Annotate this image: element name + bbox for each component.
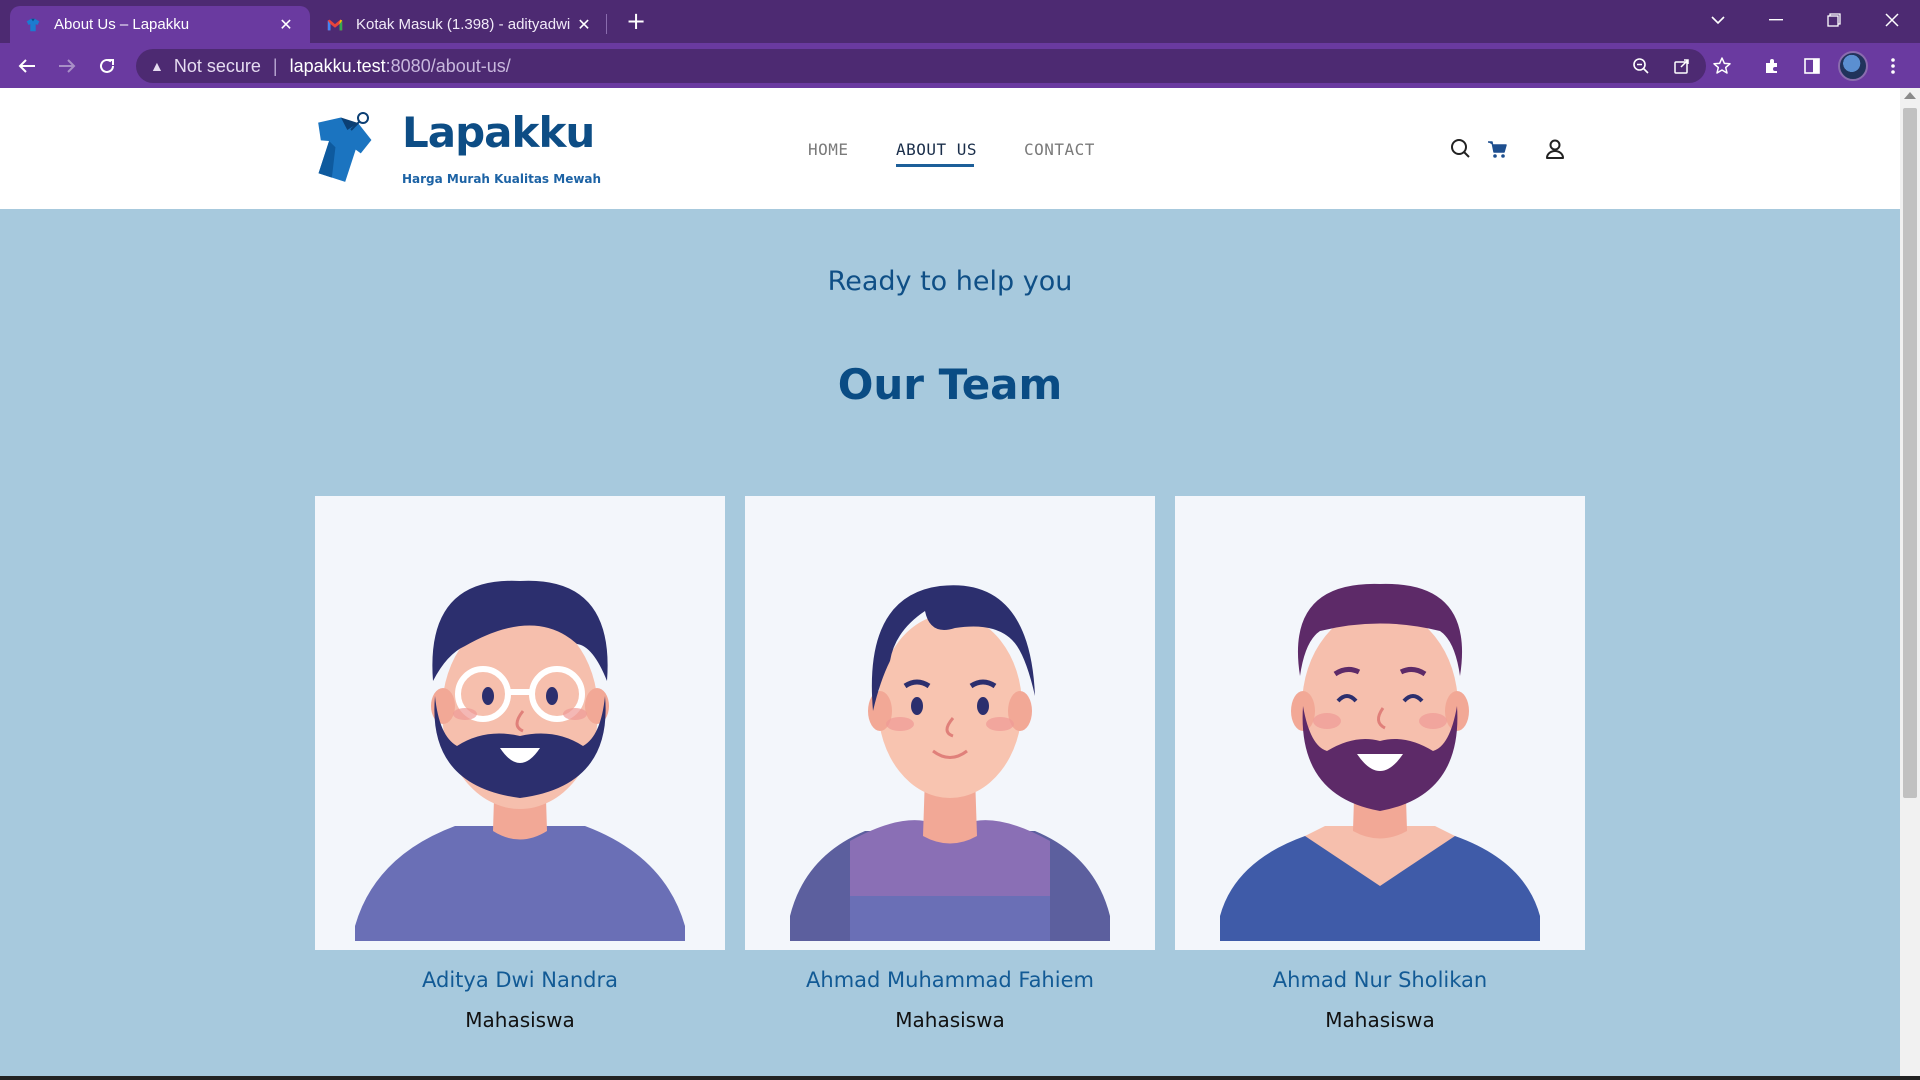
lapakku-shirt-icon xyxy=(26,18,40,31)
minimize-icon xyxy=(1769,19,1783,21)
close-icon xyxy=(1885,13,1899,27)
bearded-glasses-avatar xyxy=(355,580,685,941)
extensions-icon[interactable] xyxy=(1759,53,1785,79)
tab-search-button[interactable] xyxy=(1690,0,1746,40)
team-card-avatar xyxy=(1175,496,1585,950)
tab-title: Kotak Masuk (1.398) - adityadwi xyxy=(356,16,571,33)
address-divider: | xyxy=(272,55,278,76)
brand-tagline: Harga Murah Kualitas Mewah xyxy=(402,172,602,186)
bookmark-star-icon[interactable] xyxy=(1709,53,1735,79)
close-tab-icon[interactable]: ✕ xyxy=(574,15,594,35)
share-icon[interactable] xyxy=(1669,53,1695,79)
url-host: lapakku.test xyxy=(289,55,386,76)
nav-about-us[interactable]: ABOUT US xyxy=(896,140,977,159)
arrow-right-icon xyxy=(59,59,76,73)
forward-button[interactable] xyxy=(52,51,82,81)
warning-icon[interactable]: ▲ xyxy=(150,58,164,74)
bearded-smiling-avatar xyxy=(1220,583,1540,941)
restore-button[interactable] xyxy=(1806,0,1862,40)
browser-toolbar: ▲ Not secure | lapakku.test:8080/about-u… xyxy=(0,43,1920,88)
browser-tab-strip: About Us – Lapakku ✕ Kotak Masuk (1.398)… xyxy=(0,0,1920,43)
back-button[interactable] xyxy=(12,51,42,81)
new-tab-button[interactable]: + xyxy=(622,7,650,35)
tab-gmail[interactable]: Kotak Masuk (1.398) - adityadwi ✕ xyxy=(312,6,608,43)
member-name: Ahmad Muhammad Fahiem xyxy=(806,968,1094,992)
close-tab-icon[interactable]: ✕ xyxy=(276,15,296,35)
brand-name[interactable]: Lapakku xyxy=(402,108,595,157)
reload-button[interactable] xyxy=(92,51,122,81)
side-panel-icon[interactable] xyxy=(1799,53,1825,79)
nav-contact[interactable]: CONTACT xyxy=(1024,140,1095,159)
scroll-up-arrow-icon[interactable] xyxy=(1904,92,1916,99)
member-name: Ahmad Nur Sholikan xyxy=(1272,968,1488,992)
member-role: Mahasiswa xyxy=(1325,1008,1435,1032)
minimize-button[interactable] xyxy=(1748,0,1804,40)
reload-icon xyxy=(100,58,114,73)
gmail-icon xyxy=(327,19,343,30)
chevron-down-icon xyxy=(1711,16,1725,25)
member-name: Aditya Dwi Nandra xyxy=(422,968,618,992)
menu-dots-icon[interactable] xyxy=(1880,53,1906,79)
tab-about-us[interactable]: About Us – Lapakku ✕ xyxy=(10,6,310,43)
arrow-left-icon xyxy=(18,59,35,73)
security-label[interactable]: Not secure xyxy=(174,56,261,77)
scrollbar-thumb[interactable] xyxy=(1903,108,1917,798)
lapakku-logo-icon[interactable] xyxy=(305,110,383,188)
user-icon[interactable] xyxy=(1542,136,1568,162)
team-card-avatar xyxy=(315,496,725,950)
active-nav-underline xyxy=(896,164,974,167)
nav-home[interactable]: HOME xyxy=(808,140,849,159)
cart-icon[interactable] xyxy=(1485,136,1511,162)
address-bar[interactable]: ▲ Not secure | lapakku.test:8080/about-u… xyxy=(136,49,1706,83)
close-window-button[interactable] xyxy=(1864,0,1920,40)
member-role: Mahasiswa xyxy=(465,1008,575,1032)
member-role: Mahasiswa xyxy=(895,1008,1005,1032)
tab-title: About Us – Lapakku xyxy=(54,16,190,33)
section-title: Our Team xyxy=(837,360,1063,409)
team-card-avatar xyxy=(745,496,1155,950)
section-pretitle: Ready to help you xyxy=(827,266,1073,297)
profile-avatar[interactable] xyxy=(1838,51,1868,81)
window-bottom-edge xyxy=(0,1076,1920,1080)
url-path: :8080/about-us/ xyxy=(385,55,511,76)
zoom-icon[interactable] xyxy=(1628,53,1654,79)
search-icon[interactable] xyxy=(1448,136,1474,162)
restore-icon xyxy=(1827,13,1841,27)
young-man-avatar xyxy=(790,585,1110,941)
